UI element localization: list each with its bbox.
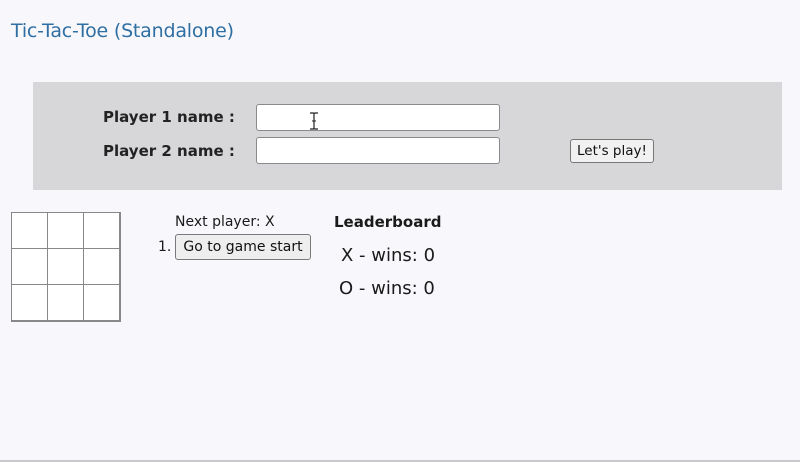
app-title: Tic-Tac-Toe (Standalone)	[11, 20, 234, 42]
board-cell-5[interactable]	[47, 248, 84, 285]
player2-label: Player 2 name :	[103, 142, 235, 160]
board-cell-3[interactable]	[83, 212, 120, 249]
lets-play-button[interactable]: Let's play!	[570, 139, 654, 163]
text-cursor-icon	[310, 112, 318, 130]
x-wins-score: X - wins: 0	[341, 245, 436, 266]
leaderboard-title: Leaderboard	[334, 213, 442, 231]
board-cell-7[interactable]	[11, 284, 48, 321]
board-cell-4[interactable]	[11, 248, 48, 285]
player1-name-input[interactable]	[256, 104, 500, 131]
go-to-game-start-button[interactable]: Go to game start	[175, 234, 311, 260]
next-player-status: Next player: X	[175, 214, 275, 230]
game-board	[11, 212, 121, 322]
board-cell-1[interactable]	[11, 212, 48, 249]
board-cell-8[interactable]	[47, 284, 84, 321]
player2-name-input[interactable]	[256, 137, 500, 164]
board-cell-6[interactable]	[83, 248, 120, 285]
player-form-panel: Player 1 name : Player 2 name : Let's pl…	[33, 82, 782, 190]
board-cell-2[interactable]	[47, 212, 84, 249]
player1-label: Player 1 name :	[103, 108, 235, 126]
history-item-number: 1.	[158, 239, 172, 255]
o-wins-score: O - wins: 0	[339, 278, 435, 299]
board-cell-9[interactable]	[83, 284, 120, 321]
